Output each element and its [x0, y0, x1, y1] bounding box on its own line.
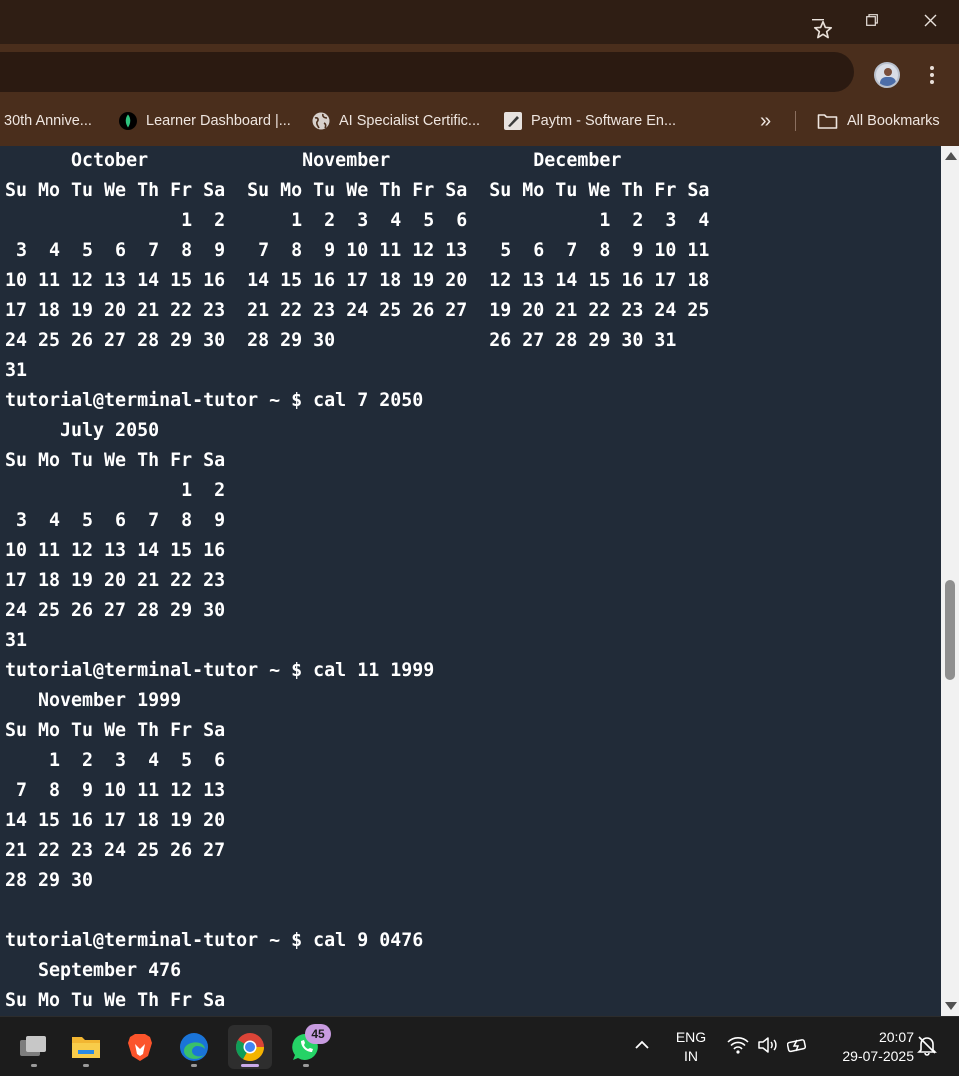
close-icon[interactable]: [903, 0, 957, 40]
all-bookmarks-button[interactable]: All Bookmarks: [817, 96, 940, 146]
all-bookmarks-label: All Bookmarks: [847, 113, 940, 129]
taskbar: ENG IN 20:07 29-07-2025: [0, 1016, 959, 1076]
address-bar[interactable]: [0, 52, 854, 92]
bookmark-item[interactable]: AI Specialist Certific...: [312, 96, 480, 146]
clock-date: 29-07-2025: [842, 1048, 914, 1064]
address-bar-row: [0, 44, 959, 96]
profile-avatar[interactable]: [874, 62, 900, 88]
bookmark-label: 30th Annive...: [4, 113, 92, 129]
clock-time: 20:07: [878, 1029, 914, 1045]
terminal-output[interactable]: October November December Su Mo Tu We Th…: [0, 146, 941, 1016]
avatar-head: [884, 68, 892, 76]
language-code: ENG: [675, 1029, 707, 1045]
volume-icon[interactable]: [757, 1036, 779, 1059]
avatar-shirt: [880, 77, 896, 86]
menu-kebab-icon[interactable]: [920, 62, 944, 88]
brave-browser-button[interactable]: [118, 1025, 162, 1069]
chrome-icon: [236, 1033, 264, 1061]
task-view-button[interactable]: [12, 1025, 56, 1069]
pen-icon: [504, 112, 522, 130]
task-view-icon: [20, 1036, 46, 1056]
file-explorer-button[interactable]: [64, 1025, 108, 1069]
bookmark-label: Learner Dashboard |...: [146, 113, 291, 129]
scroll-up-arrow-icon[interactable]: [945, 152, 957, 160]
region-code: IN: [684, 1048, 698, 1064]
chevron-double-right-icon: »: [760, 109, 772, 132]
edge-icon: [180, 1033, 208, 1061]
notification-bell-icon[interactable]: [916, 1034, 938, 1061]
brave-lion-icon: [128, 1034, 152, 1061]
app-indicator: [191, 1064, 197, 1067]
globe-icon: [312, 112, 330, 130]
bookmark-item[interactable]: 30th Annive...: [4, 96, 92, 146]
bookmarks-overflow-button[interactable]: »: [760, 96, 771, 146]
terminal-text: October November December Su Mo Tu We Th…: [5, 150, 710, 1011]
battery-charging-icon[interactable]: [786, 1036, 809, 1059]
vertical-scrollbar[interactable]: [941, 146, 959, 1016]
folder-icon: [72, 1037, 100, 1058]
app-indicator: [303, 1064, 309, 1067]
bookmark-item[interactable]: Learner Dashboard |...: [119, 96, 291, 146]
chrome-browser-button[interactable]: [228, 1025, 272, 1069]
bookmark-label: AI Specialist Certific...: [339, 113, 481, 129]
bookmarks-bar: 30th Annive... Learner Dashboard |... AI…: [0, 96, 959, 146]
chevron-up-icon[interactable]: [634, 1037, 650, 1055]
leaf-icon: [119, 112, 137, 130]
scrollbar-thumb[interactable]: [945, 580, 955, 680]
app-indicator-active: [241, 1064, 259, 1067]
app-indicator: [83, 1064, 89, 1067]
language-indicator[interactable]: ENG IN: [670, 1028, 712, 1066]
bookmark-label: Paytm - Software En...: [531, 113, 677, 129]
whatsapp-unread-badge: 45: [305, 1024, 331, 1044]
bookmark-star-icon[interactable]: [812, 19, 834, 46]
clock[interactable]: 20:07 29-07-2025: [822, 1028, 914, 1066]
edge-browser-button[interactable]: [172, 1025, 216, 1069]
scroll-down-arrow-icon[interactable]: [945, 1002, 957, 1010]
restore-icon[interactable]: [845, 0, 899, 40]
folder-icon: [817, 112, 838, 130]
wifi-icon[interactable]: [727, 1036, 749, 1059]
bookmarks-divider: [795, 111, 796, 131]
app-indicator: [31, 1064, 37, 1067]
bookmark-item[interactable]: Paytm - Software En...: [504, 96, 676, 146]
